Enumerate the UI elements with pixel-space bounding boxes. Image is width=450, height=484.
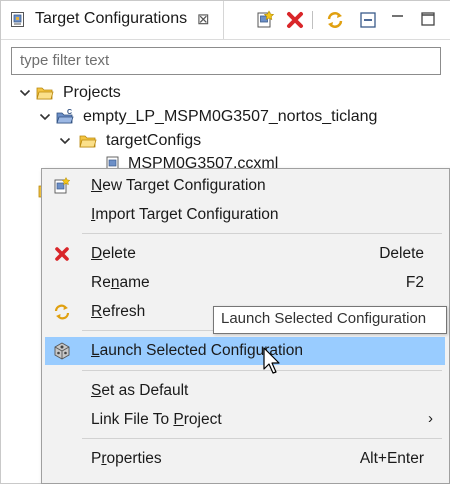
tooltip: Launch Selected Configuration	[213, 306, 447, 334]
target-config-icon	[11, 12, 24, 27]
submenu-arrow-icon: ›	[428, 410, 433, 427]
menu-label: Import Target Configuration	[91, 206, 279, 223]
red-x-delete-icon[interactable]	[284, 9, 306, 31]
view-tab[interactable]: Target Configurations ⊠	[1, 1, 224, 39]
tree-label-projects: Projects	[63, 84, 121, 101]
close-view-icon[interactable]: ⊠	[197, 10, 210, 28]
menu-separator	[82, 233, 442, 234]
chevron-down-icon[interactable]	[39, 111, 51, 123]
menu-label: Link File To Project	[91, 411, 222, 428]
menu-separator	[82, 438, 442, 439]
menu-item-import-target-configuration[interactable]: Import Target Configuration	[45, 201, 445, 229]
red-x-delete-icon	[55, 247, 69, 261]
menu-label: Refresh	[91, 303, 146, 320]
menu-item-new-target-configuration[interactable]: New Target Configuration	[45, 172, 445, 200]
menu-separator	[82, 370, 442, 371]
menu-item-launch-selected-configuration[interactable]: Launch Selected Configuration	[45, 337, 445, 365]
chevron-down-icon[interactable]	[59, 135, 71, 147]
menu-label: New Target Configuration	[91, 177, 266, 194]
toolbar-separator	[312, 11, 313, 29]
target-configurations-view: Target Configurations ⊠ type filter text…	[0, 0, 450, 484]
menu-item-link-file-to-project[interactable]: Link File To Project ›	[45, 406, 445, 434]
tree-node-projects[interactable]: Projects	[1, 83, 441, 107]
new-target-config-icon[interactable]	[254, 9, 276, 31]
view-title-bar: Target Configurations ⊠	[1, 1, 450, 40]
debug-launch-icon	[54, 342, 70, 360]
open-folder-icon	[36, 87, 54, 100]
menu-label: Rename	[91, 274, 150, 291]
refresh-arrows-icon[interactable]	[324, 9, 346, 31]
mouse-pointer-icon	[263, 347, 280, 374]
view-title: Target Configurations	[35, 10, 188, 27]
menu-item-rename[interactable]: Rename F2	[45, 269, 445, 297]
minimize-icon[interactable]	[387, 9, 409, 31]
menu-item-properties[interactable]: Properties Alt+Enter	[45, 445, 445, 473]
menu-shortcut: Alt+Enter	[359, 450, 424, 467]
maximize-icon[interactable]	[417, 9, 439, 31]
filter-field[interactable]	[11, 47, 441, 75]
tree-label-project: empty_LP_MSPM0G3507_nortos_ticlang	[83, 108, 378, 125]
menu-item-set-as-default[interactable]: Set as Default	[45, 377, 445, 405]
c-project-folder-icon: C	[56, 109, 74, 124]
menu-label: Set as Default	[91, 382, 189, 399]
open-folder-icon	[79, 135, 97, 148]
menu-item-delete[interactable]: Delete Delete	[45, 240, 445, 268]
svg-text:C: C	[67, 109, 72, 116]
menu-shortcut: F2	[405, 274, 424, 291]
menu-shortcut: Delete	[379, 245, 424, 262]
tooltip-text: Launch Selected Configuration	[221, 310, 427, 327]
refresh-arrows-icon	[54, 304, 70, 320]
tree-label-folder: targetConfigs	[106, 132, 202, 149]
tree-node-project[interactable]: C empty_LP_MSPM0G3507_nortos_ticlang	[1, 107, 441, 131]
filter-input[interactable]	[12, 48, 430, 72]
new-target-config-icon	[54, 177, 71, 194]
menu-label: Delete	[91, 245, 136, 262]
chevron-down-icon[interactable]	[19, 87, 31, 99]
collapse-all-icon[interactable]	[357, 9, 379, 31]
tree-node-targetconfigs[interactable]: targetConfigs	[1, 131, 441, 155]
menu-label: Properties	[91, 450, 162, 467]
